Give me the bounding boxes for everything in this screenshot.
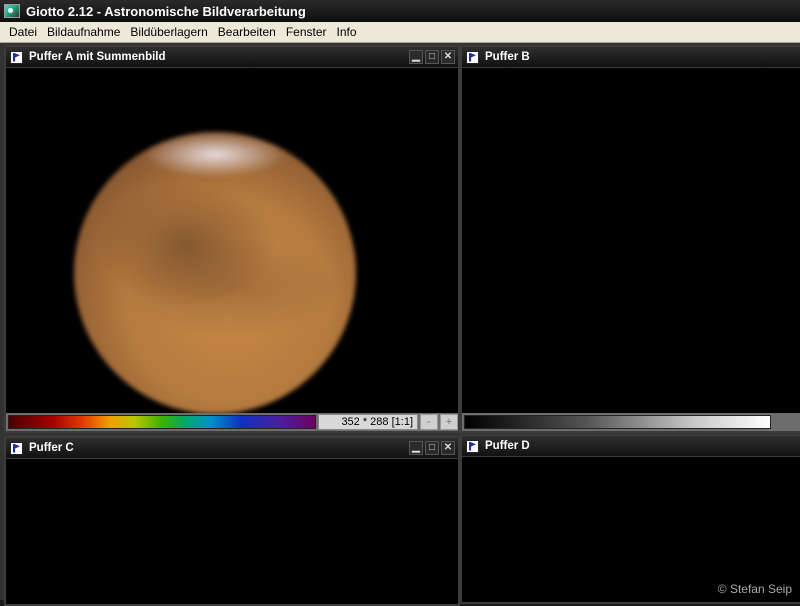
window-puffer-d[interactable]: Puffer D xyxy=(460,434,800,604)
status-bar: 352 * 288 [1:1] - + xyxy=(6,413,458,431)
document-icon[interactable] xyxy=(10,50,23,64)
window-puffer-c[interactable]: Puffer C ▁ □ ✕ xyxy=(4,436,460,606)
image-canvas[interactable] xyxy=(462,68,800,431)
close-button[interactable]: ✕ xyxy=(441,441,455,455)
app-title: Giotto 2.12 - Astronomische Bildverarbei… xyxy=(26,3,306,19)
window-title: Puffer A mit Summenbild xyxy=(29,51,166,63)
minimize-button[interactable]: ▁ xyxy=(409,441,423,455)
menu-bildaufnahme[interactable]: Bildaufnahme xyxy=(42,25,125,39)
close-button[interactable]: ✕ xyxy=(441,50,455,64)
maximize-button[interactable]: □ xyxy=(425,50,439,64)
menu-bildueberlagern[interactable]: Bildüberlagern xyxy=(125,25,212,39)
menu-bar: Datei Bildaufnahme Bildüberlagern Bearbe… xyxy=(0,22,800,43)
image-size-readout: 352 * 288 [1:1] xyxy=(318,414,418,430)
minimize-button[interactable]: ▁ xyxy=(409,50,423,64)
image-canvas[interactable] xyxy=(462,457,800,602)
mars-image xyxy=(74,132,356,414)
copyright-watermark: © Stefan Seip xyxy=(717,582,792,596)
image-canvas[interactable] xyxy=(6,459,458,604)
gray-palette-bar[interactable] xyxy=(464,415,771,429)
window-title: Puffer B xyxy=(485,51,530,63)
color-palette-bar[interactable] xyxy=(8,415,316,429)
window-puffer-d-titlebar[interactable]: Puffer D xyxy=(462,436,800,457)
window-puffer-b-titlebar[interactable]: Puffer B xyxy=(462,47,800,68)
document-icon[interactable] xyxy=(466,439,479,453)
document-icon[interactable] xyxy=(10,441,23,455)
maximize-button[interactable]: □ xyxy=(425,441,439,455)
window-puffer-a[interactable]: Puffer A mit Summenbild ▁ □ ✕ 352 * 288 … xyxy=(4,45,460,433)
document-icon[interactable] xyxy=(466,50,479,64)
window-title: Puffer C xyxy=(29,442,74,454)
menu-info[interactable]: Info xyxy=(332,25,362,39)
menu-bearbeiten[interactable]: Bearbeiten xyxy=(213,25,281,39)
zoom-in-button[interactable]: + xyxy=(440,414,458,430)
window-puffer-c-titlebar[interactable]: Puffer C ▁ □ ✕ xyxy=(6,438,458,459)
image-canvas[interactable]: 352 * 288 [1:1] - + xyxy=(6,68,458,431)
app-title-bar: Giotto 2.12 - Astronomische Bildverarbei… xyxy=(0,0,800,22)
status-bar xyxy=(462,413,800,431)
zoom-out-button[interactable]: - xyxy=(420,414,438,430)
app-icon[interactable] xyxy=(4,4,20,18)
window-title: Puffer D xyxy=(485,440,530,452)
mdi-workspace: Puffer A mit Summenbild ▁ □ ✕ 352 * 288 … xyxy=(0,43,800,606)
window-puffer-a-titlebar[interactable]: Puffer A mit Summenbild ▁ □ ✕ xyxy=(6,47,458,68)
menu-datei[interactable]: Datei xyxy=(0,25,42,39)
window-puffer-b[interactable]: Puffer B xyxy=(460,45,800,433)
menu-fenster[interactable]: Fenster xyxy=(281,25,332,39)
